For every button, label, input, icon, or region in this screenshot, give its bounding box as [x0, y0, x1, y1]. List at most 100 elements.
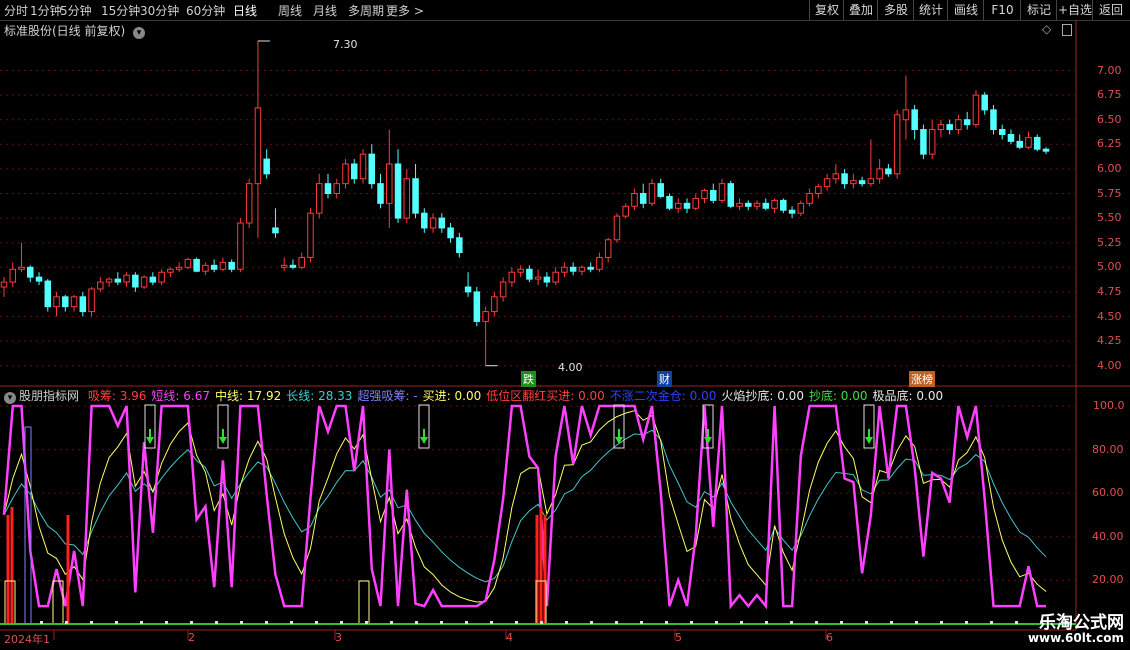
baseline-dot: [740, 621, 743, 624]
baseline-dot: [590, 621, 593, 624]
baseline-dot: [890, 621, 893, 624]
candle-body: [666, 195, 673, 209]
candle-body: [745, 202, 752, 207]
chart-canvas: [0, 20, 1130, 640]
baseline-dot: [90, 621, 93, 624]
indicator-title: 股朋指标网: [19, 389, 80, 403]
event-tag-finance[interactable]: 财: [657, 371, 672, 387]
candle-body: [674, 202, 682, 209]
candle-body: [175, 266, 183, 270]
baseline-dot: [515, 621, 518, 624]
indicator-readout: 低位区翻红买进: 0.00: [486, 389, 605, 403]
indicator-readout: 中线: 17.92: [215, 389, 282, 403]
price-tick-label: 7.00: [1097, 63, 1122, 77]
price-tick-label: 5.75: [1097, 186, 1122, 200]
baseline-dot: [690, 621, 693, 624]
baseline-dot: [115, 621, 118, 624]
candle-body: [351, 163, 358, 180]
candle-body: [780, 199, 787, 211]
candle-body: [543, 276, 551, 283]
baseline-dot: [65, 621, 68, 624]
candle-body: [421, 212, 428, 229]
chevron-down-icon[interactable]: ▾: [4, 392, 16, 404]
candle-body: [245, 183, 253, 224]
candle-body: [753, 202, 761, 207]
event-tag-fall[interactable]: 跌: [521, 371, 536, 387]
price-tick-label: 4.50: [1097, 309, 1122, 323]
candle-body: [9, 268, 17, 283]
candle-body: [858, 180, 866, 185]
candle-body: [263, 158, 270, 175]
date-tick-label: 5: [675, 631, 682, 644]
candle-body: [657, 183, 664, 197]
bottom-box: [358, 580, 370, 625]
event-tag-rank[interactable]: 涨榜: [909, 371, 935, 387]
candle-body: [149, 276, 157, 283]
baseline-dot: [565, 621, 568, 624]
candle-body: [403, 178, 411, 219]
candle-body: [368, 153, 376, 185]
candle-body: [736, 202, 743, 207]
baseline-dot: [715, 621, 718, 624]
baseline-dot: [315, 621, 318, 624]
candle-body: [307, 212, 314, 258]
candle-body: [377, 183, 384, 204]
candle-body: [412, 178, 419, 214]
candle-body: [333, 183, 340, 195]
candle-body: [1016, 140, 1023, 148]
indicator-tick-label: 20.00: [1092, 573, 1124, 587]
baseline-dot: [840, 621, 843, 624]
candle-body: [438, 217, 446, 229]
candle-body: [893, 114, 901, 175]
baseline-dot: [215, 621, 218, 624]
candle-body: [718, 183, 726, 201]
candle-body: [97, 281, 104, 290]
candle-body: [219, 261, 227, 270]
candle-body: [202, 264, 209, 272]
candle-body: [114, 278, 122, 283]
candle-body: [885, 168, 892, 175]
baseline-dot: [490, 621, 493, 624]
candle-body: [280, 264, 288, 268]
candle-body: [429, 217, 437, 229]
indicator-tick-label: 40.00: [1092, 529, 1124, 543]
indicator-readout: 抄底: 0.00: [808, 389, 868, 403]
candle-body: [955, 119, 962, 131]
candle-body: [683, 202, 691, 209]
candle-body: [27, 266, 34, 278]
candle-body: [622, 205, 629, 217]
candle-body: [132, 274, 139, 288]
candle-body: [587, 266, 594, 270]
candle-body: [289, 264, 297, 268]
indicator-readout: 买进: 0.00: [422, 389, 482, 403]
indicator-readouts: 吸筹: 3.96 短线: 6.67 中线: 17.92 长线: 28.33 超强吸筹: …: [83, 389, 943, 403]
candle-body: [596, 256, 603, 270]
candle-body: [867, 178, 875, 185]
price-tick-label: 4.75: [1097, 284, 1122, 298]
candle-body: [464, 286, 472, 293]
candle-body: [604, 239, 612, 258]
candle-body: [482, 311, 489, 322]
candle-body: [692, 197, 699, 209]
candle-body: [998, 129, 1006, 135]
indicator-readout: 火焰抄底: 0.00: [721, 389, 804, 403]
date-tick-label: 2: [188, 631, 195, 644]
indicator-readout: 超强吸筹: -: [357, 389, 418, 403]
indicator-tick-label: 60.00: [1092, 486, 1124, 500]
price-tick-label: 5.25: [1097, 235, 1122, 249]
candle-body: [928, 129, 936, 155]
candle-body: [815, 186, 822, 194]
candle-body: [946, 124, 953, 131]
candle-body: [508, 271, 516, 283]
buy-arrow-head: [420, 437, 428, 444]
baseline-dot: [915, 621, 918, 624]
candle-body: [456, 237, 463, 254]
baseline-dot: [440, 621, 443, 624]
candle-body: [1007, 133, 1015, 142]
candle-body: [1025, 136, 1032, 148]
candle-body: [727, 183, 735, 207]
baseline-dot: [240, 621, 243, 624]
candle-body: [639, 193, 647, 204]
baseline-dot: [765, 621, 768, 624]
candle-body: [105, 278, 113, 283]
